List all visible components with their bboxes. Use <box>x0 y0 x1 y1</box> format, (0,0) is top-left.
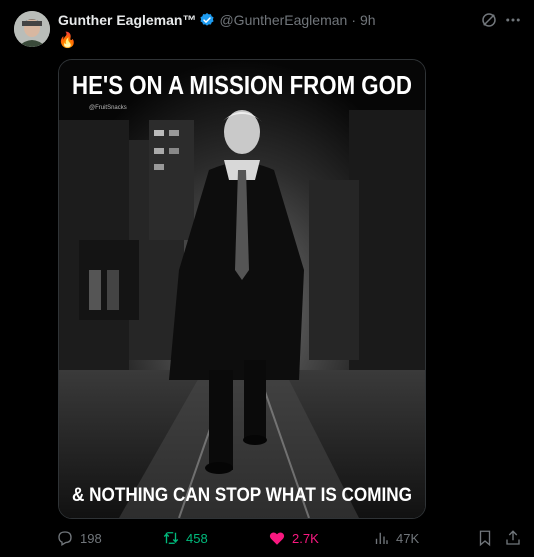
reply-icon <box>58 531 72 546</box>
like-count: 2.7K <box>292 530 319 546</box>
grok-icon[interactable] <box>480 11 498 29</box>
reply-button[interactable]: 198 <box>56 528 102 548</box>
meme-headline-top: HE'S ON A MISSION FROM GOD <box>72 70 412 100</box>
bookmark-icon <box>479 530 491 547</box>
tweet[interactable]: Gunther Eagleman™ @GuntherEagleman · 9h … <box>0 0 534 557</box>
tweet-header: Gunther Eagleman™ @GuntherEagleman · 9h <box>58 11 376 29</box>
bookmark-button[interactable] <box>476 528 494 548</box>
heart-icon <box>269 532 285 545</box>
meme-watermark: @FruitSnacks <box>89 105 127 111</box>
tweet-actions-bar: 198 458 2.7K 47K <box>56 528 526 548</box>
avatar[interactable] <box>14 11 50 47</box>
handle[interactable]: @GuntherEagleman <box>219 12 347 28</box>
repost-count: 458 <box>186 530 208 546</box>
tweet-text: 🔥 <box>58 32 77 49</box>
reply-count: 198 <box>80 530 102 546</box>
views-count: 47K <box>396 530 420 546</box>
views-chart-icon <box>375 532 388 544</box>
verified-badge-icon <box>199 12 215 28</box>
views-button[interactable]: 47K <box>372 528 419 548</box>
repost-icon <box>163 532 179 544</box>
share-button[interactable] <box>504 528 522 548</box>
repost-button[interactable]: 458 <box>162 528 208 548</box>
meme-headline-bottom: & NOTHING CAN STOP WHAT IS COMING <box>72 485 412 506</box>
timestamp[interactable]: 9h <box>360 12 376 28</box>
like-button[interactable]: 2.7K <box>268 528 319 548</box>
separator-dot: · <box>351 12 356 28</box>
display-name[interactable]: Gunther Eagleman™ <box>58 12 196 28</box>
share-icon <box>506 530 520 545</box>
tweet-media-image[interactable]: HE'S ON A MISSION FROM GOD @FruitSnacks … <box>58 59 426 519</box>
more-icon[interactable] <box>504 11 522 29</box>
